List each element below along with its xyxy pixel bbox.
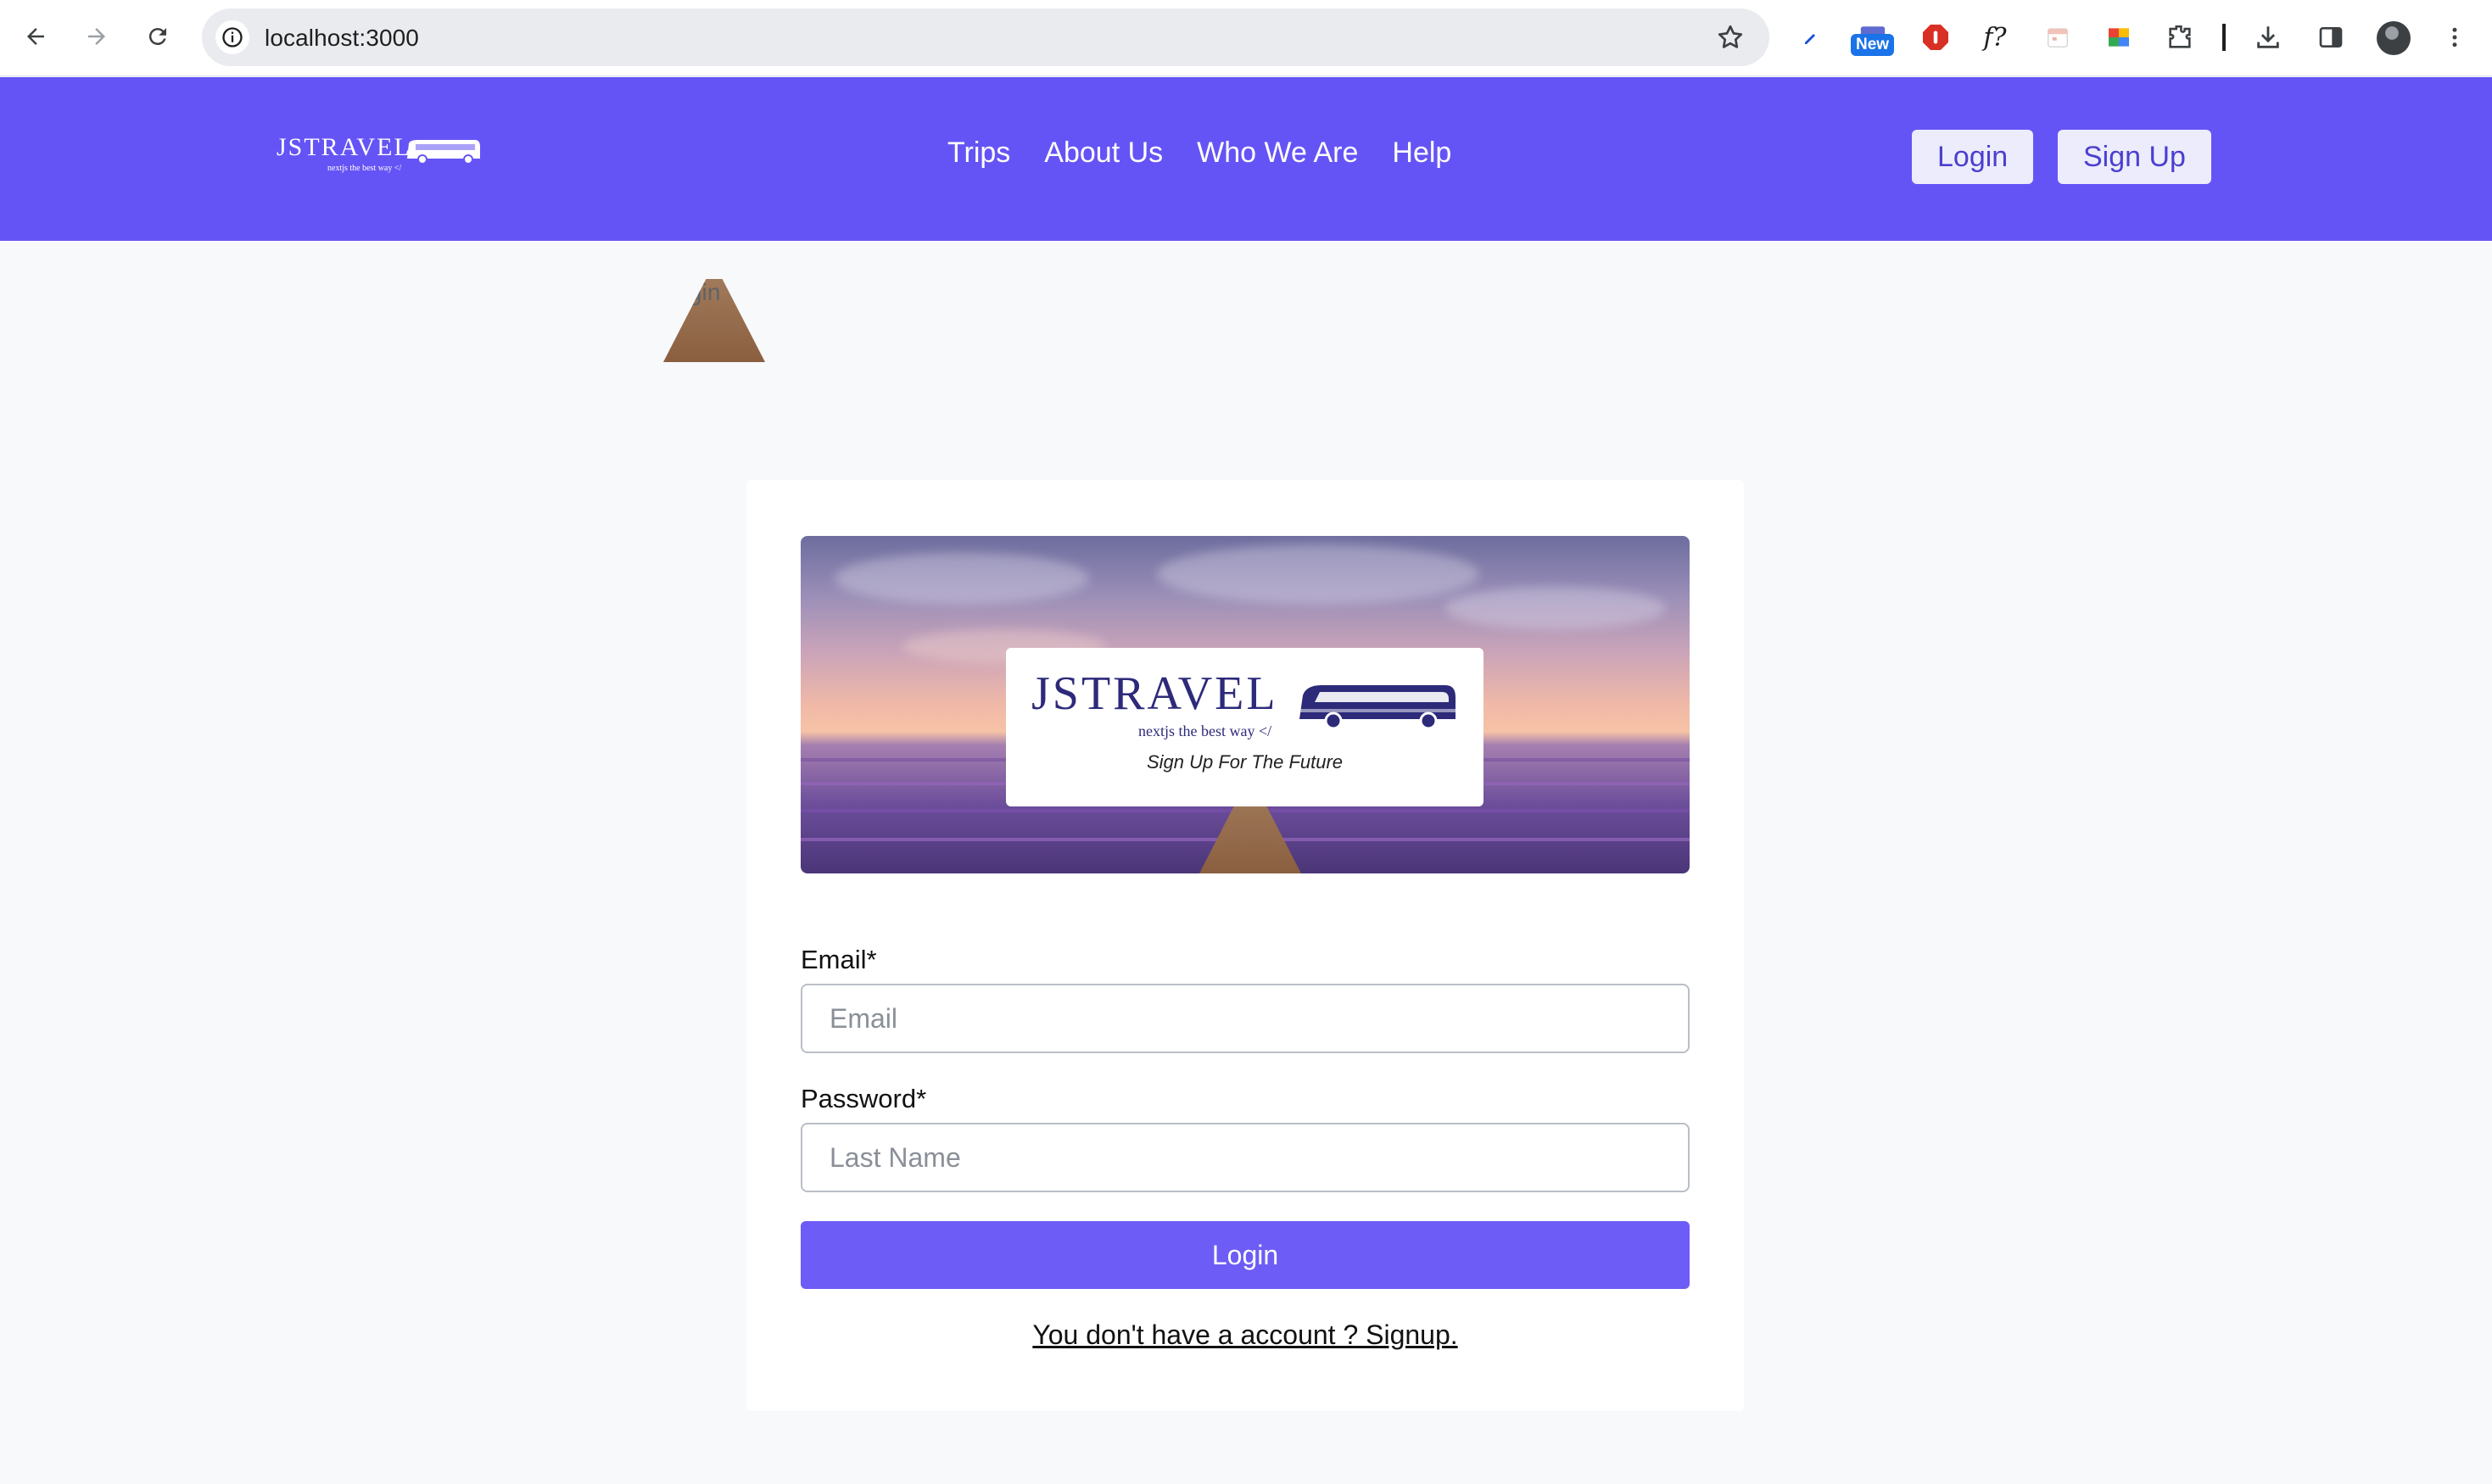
email-input[interactable]: [801, 984, 1690, 1053]
calendar-extension-icon[interactable]: [2039, 19, 2076, 56]
cloud: [1445, 587, 1666, 629]
new-badge: New: [1851, 34, 1895, 56]
signup-link[interactable]: You don't have a account ? Signup.: [746, 1319, 1744, 1351]
site-logo[interactable]: JSTRAVEL nextjs the best way </: [277, 133, 480, 173]
header-signup-button[interactable]: Sign Up: [2058, 130, 2211, 184]
side-panel-icon[interactable]: [2312, 19, 2350, 56]
url-text: localhost:3000/login: [265, 25, 765, 362]
cloud: [1157, 544, 1479, 604]
login-card: JSTRAVEL nextjs the best way </ Sign Up …: [746, 480, 1744, 1411]
site-info-icon[interactable]: [215, 20, 249, 54]
bus-icon: [1299, 685, 1456, 730]
downloads-icon[interactable]: [2249, 19, 2287, 56]
password-label: Password*: [801, 1084, 927, 1113]
main-nav: Trips About Us Who We Are Help: [947, 137, 1451, 170]
back-icon[interactable]: [17, 18, 54, 55]
logo-text: JSTRAVEL: [277, 133, 411, 161]
nav-trips[interactable]: Trips: [947, 137, 1010, 170]
url-path: /login: [663, 279, 765, 362]
bus-icon: [407, 140, 480, 165]
cloud: [835, 553, 1089, 604]
password-input[interactable]: [801, 1123, 1690, 1192]
color-extension-icon[interactable]: [2100, 19, 2137, 56]
site-header: JSTRAVEL nextjs the best way </ Trips Ab…: [0, 77, 2492, 241]
address-bar[interactable]: localhost:3000/login: [202, 8, 1769, 362]
login-submit-button[interactable]: Login: [801, 1221, 1690, 1289]
nav-help[interactable]: Help: [1392, 137, 1451, 170]
browser-toolbar: localhost:3000/login New f?: [0, 0, 2492, 362]
hero-logo-tagline: nextjs the best way </: [1138, 722, 1272, 739]
email-label: Email*: [801, 945, 877, 974]
forward-icon[interactable]: [78, 18, 115, 55]
adblock-extension-icon[interactable]: [1917, 19, 1954, 56]
nav-about-us[interactable]: About Us: [1044, 137, 1163, 170]
font-extension-icon[interactable]: f?: [1976, 19, 2014, 56]
logo-tagline: nextjs the best way </: [327, 164, 402, 173]
url-host: localhost:3000: [265, 25, 419, 51]
nav-who-we-are[interactable]: Who We Are: [1197, 137, 1358, 170]
hero-logo-box: JSTRAVEL nextjs the best way </ Sign Up …: [1006, 648, 1483, 806]
hero-logo-text: JSTRAVEL: [1031, 667, 1278, 720]
hero-banner: JSTRAVEL nextjs the best way </ Sign Up …: [801, 536, 1690, 873]
more-menu-icon[interactable]: [2436, 19, 2473, 56]
extensions-icon[interactable]: [2161, 19, 2199, 56]
profile-avatar[interactable]: [2377, 21, 2411, 55]
hero-subtitle: Sign Up For The Future: [1146, 751, 1344, 773]
toolbar-separator: [2222, 24, 2226, 51]
reload-icon[interactable]: [139, 18, 176, 55]
pen-extension-icon[interactable]: [1791, 19, 1829, 56]
header-login-button[interactable]: Login: [1912, 130, 2034, 184]
bookmark-star-icon[interactable]: [1715, 22, 1746, 53]
